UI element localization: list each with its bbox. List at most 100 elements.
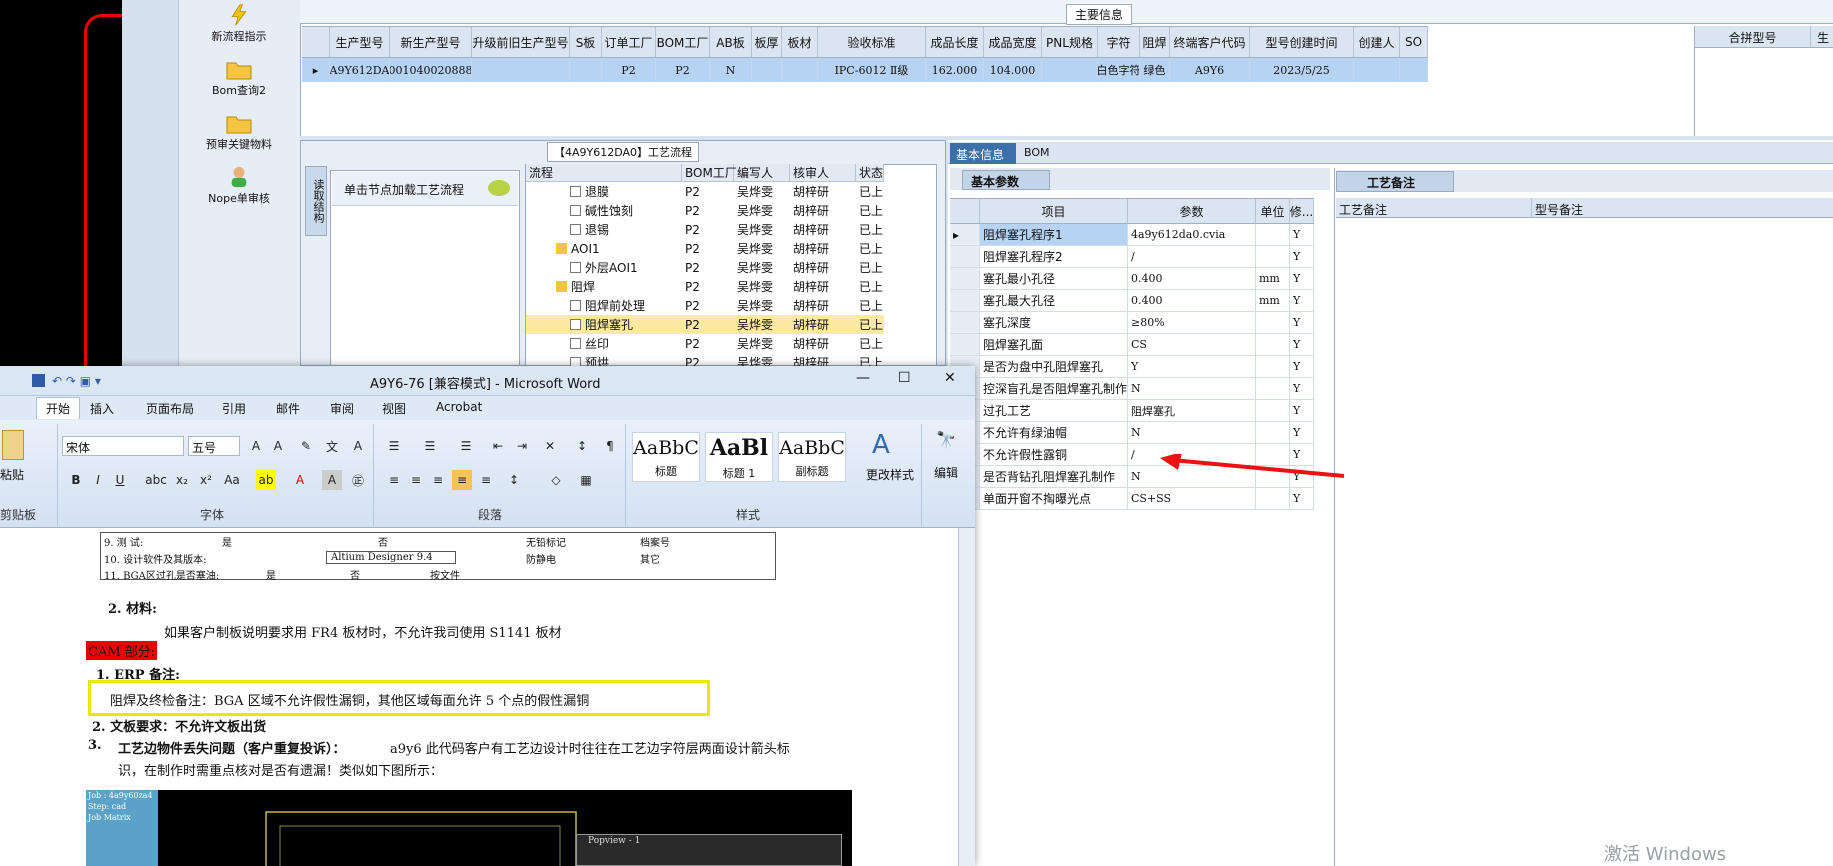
ribbon-tab[interactable]: 邮件 <box>276 400 300 417</box>
grid-cell-8[interactable] <box>752 58 782 82</box>
char-border-icon[interactable]: A <box>348 436 368 456</box>
sort-button[interactable]: ↕ <box>572 436 592 456</box>
grid-cell-16[interactable]: A9Y6 <box>1170 58 1250 82</box>
nav-item-key-materials[interactable]: 预审关键物料 <box>178 112 300 152</box>
font-name-select[interactable]: 宋体 <box>62 436 184 456</box>
tree-row[interactable]: 阻焊前处理 P2 吴烨雯 胡梓研 已上R <box>526 296 884 315</box>
minimize-button[interactable]: — <box>856 370 870 386</box>
shrink-font-icon[interactable]: A <box>268 436 288 456</box>
paste-label[interactable]: 粘贴 <box>0 466 24 483</box>
grid-cell-9[interactable] <box>782 58 818 82</box>
tree-row[interactable]: AOI1 P2 吴烨雯 胡梓研 已上R <box>526 239 884 258</box>
ribbon-tab[interactable]: Acrobat <box>436 400 482 414</box>
change-styles-label[interactable]: 更改样式 <box>866 466 914 483</box>
ribbon-tab[interactable]: 审阅 <box>330 400 354 417</box>
grid-header-10[interactable]: 验收标准 <box>818 27 926 57</box>
grid-cell-7[interactable]: N <box>710 58 752 82</box>
change-styles-icon[interactable]: A <box>872 430 890 460</box>
style-gallery-item[interactable]: AaBbC 副标题 <box>778 432 846 482</box>
grid-header-0[interactable] <box>302 27 330 57</box>
param-row[interactable]: 单面开窗不掏曝光点 CS+SS Y <box>950 488 1314 510</box>
grid-header-1[interactable]: 生产型号 <box>330 27 390 57</box>
param-cell-param[interactable]: 0.400 <box>1128 268 1256 289</box>
change-case-button[interactable]: Aa <box>222 470 242 490</box>
ribbon-tab[interactable]: 视图 <box>382 400 406 417</box>
font-size-select[interactable]: 五号 <box>188 436 240 456</box>
param-row[interactable]: ▸ 阻焊塞孔程序1 4a9y612da0.cvia Y <box>950 224 1314 246</box>
param-row[interactable]: 阻焊塞孔程序2/ Y <box>950 246 1314 268</box>
param-cell-param[interactable]: / <box>1128 246 1256 267</box>
line-spacing-button[interactable]: ↕ <box>504 470 524 490</box>
param-cell-param[interactable]: N <box>1128 422 1256 443</box>
bold-button[interactable]: B <box>66 470 86 490</box>
grid-header-8[interactable]: 板厚 <box>752 27 782 57</box>
grid-header-3[interactable]: 升级前旧生产型号 <box>472 27 570 57</box>
align-right-button[interactable]: ≡ <box>428 470 448 490</box>
grid-header-14[interactable]: 字符 <box>1098 27 1140 57</box>
align-left-button[interactable]: ≡ <box>384 470 404 490</box>
ribbon-tab[interactable]: 插入 <box>90 400 114 417</box>
tree-col-0[interactable]: 流程 <box>526 164 682 181</box>
close-button[interactable]: ✕ <box>944 370 956 386</box>
ribbon-tab[interactable]: 引用 <box>222 400 246 417</box>
grid-header-11[interactable]: 成品长度 <box>926 27 984 57</box>
grid-header-4[interactable]: S板 <box>570 27 602 57</box>
param-cell-param[interactable]: 4a9y612da0.cvia <box>1128 224 1256 245</box>
grid-header-5[interactable]: 订单工厂 <box>602 27 656 57</box>
chinese-layout-button[interactable]: ✕ <box>540 436 560 456</box>
grid-cell-6[interactable]: P2 <box>656 58 710 82</box>
param-col-0[interactable] <box>950 199 980 223</box>
tree-col-4[interactable]: 状态 <box>856 164 884 181</box>
bullets-button[interactable]: ☰ <box>384 436 404 456</box>
grid-cell-12[interactable]: 104.000 <box>984 58 1042 82</box>
grid-cell-1[interactable]: 4A9Y612DA0 <box>330 58 390 82</box>
grid-cell-11[interactable]: 162.000 <box>926 58 984 82</box>
grid-cell-15[interactable]: 绿色 <box>1140 58 1170 82</box>
grid-header-18[interactable]: 创建人 <box>1354 27 1400 57</box>
tab-process-notes[interactable]: 工艺备注 <box>1336 171 1454 192</box>
param-col-2[interactable]: 参数 <box>1128 199 1256 223</box>
param-col-1[interactable]: 项目 <box>980 199 1128 223</box>
grid-data-row[interactable]: ▸4A9Y612DA010010400208886P2P2NIPC-6012 Ⅱ… <box>302 58 1428 82</box>
char-shading-button[interactable]: A <box>322 470 342 490</box>
nav-item-bom-query[interactable]: Bom查询2 <box>178 58 300 98</box>
grid-header-16[interactable]: 终端客户代码 <box>1170 27 1250 57</box>
tree-col-3[interactable]: 核审人 <box>790 164 856 181</box>
nav-item-new-flow[interactable]: 新流程指示 <box>178 4 300 44</box>
underline-button[interactable]: U <box>110 470 130 490</box>
grid-header-13[interactable]: PNL规格 <box>1042 27 1098 57</box>
italic-button[interactable]: I <box>88 470 108 490</box>
tree-row[interactable]: 阻焊 P2 吴烨雯 胡梓研 已上R <box>526 277 884 296</box>
grid-cell-0[interactable]: ▸ <box>302 58 330 82</box>
param-col-3[interactable]: 单位 <box>1256 199 1290 223</box>
nav-item-nope-review[interactable]: Nope单审核 <box>178 166 300 206</box>
subscript-button[interactable]: x₂ <box>172 470 192 490</box>
font-color-button[interactable]: A <box>290 470 310 490</box>
grid-header-19[interactable]: SO <box>1400 27 1428 57</box>
grid-header-7[interactable]: AB板 <box>710 27 752 57</box>
param-row[interactable]: 塞孔深度 ≥80% Y <box>950 312 1314 334</box>
ribbon-tab[interactable]: 页面布局 <box>146 400 194 417</box>
numbering-button[interactable]: ☰ <box>420 436 440 456</box>
param-row[interactable]: 控深盲孔是否阻焊塞孔制作 N Y <box>950 378 1314 400</box>
param-row[interactable]: 是否为盘中孔阻焊塞孔 Y Y <box>950 356 1314 378</box>
param-row[interactable]: 塞孔最大孔径 0.400 mm Y <box>950 290 1314 312</box>
phonetic-guide-icon[interactable]: 文 <box>322 436 342 456</box>
tab-basic-params[interactable]: 基本参数 <box>962 170 1050 190</box>
param-cell-param[interactable]: CS <box>1128 334 1256 355</box>
param-row[interactable]: 塞孔最小孔径 0.400 mm Y <box>950 268 1314 290</box>
find-icon[interactable]: 🔭 <box>936 430 956 449</box>
distribute-button[interactable]: ≡ <box>476 470 496 490</box>
grow-font-icon[interactable]: A <box>246 436 266 456</box>
style-gallery-item[interactable]: AaBl 标题 1 <box>705 432 773 482</box>
grid-header-6[interactable]: BOM工厂 <box>656 27 710 57</box>
grid-cell-14[interactable]: 白色字符 <box>1098 58 1140 82</box>
param-cell-param[interactable]: 阻焊塞孔 <box>1128 400 1256 421</box>
clear-format-icon[interactable]: ✎ <box>296 436 316 456</box>
shading-button[interactable]: ◇ <box>546 470 566 490</box>
justify-button[interactable]: ≡ <box>452 470 472 490</box>
param-row[interactable]: 过孔工艺 阻焊塞孔 Y <box>950 400 1314 422</box>
grid-header-15[interactable]: 阻焊 <box>1140 27 1170 57</box>
grid-cell-19[interactable] <box>1400 58 1428 82</box>
grid-cell-4[interactable] <box>570 58 602 82</box>
